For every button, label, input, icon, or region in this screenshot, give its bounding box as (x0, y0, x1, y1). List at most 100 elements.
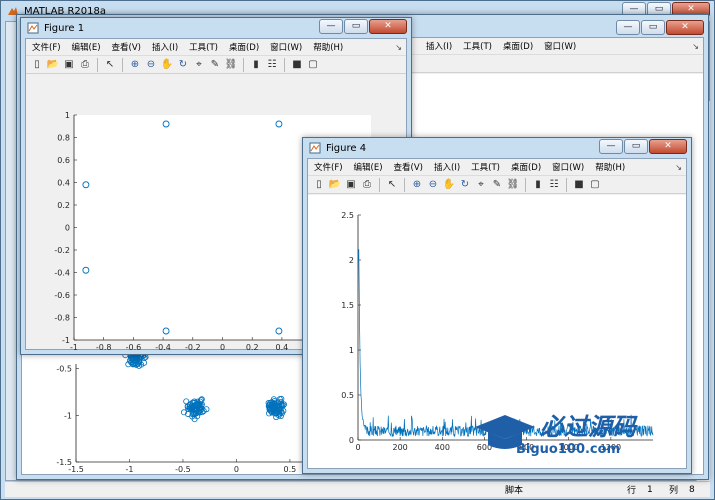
pointer-icon[interactable]: ↖ (102, 57, 118, 73)
y-tick-label: -0.2 (54, 246, 70, 255)
y-tick-label: -1 (64, 411, 72, 420)
x-tick-label: 0 (355, 443, 360, 452)
legend-icon[interactable]: ☷ (546, 177, 562, 193)
y-tick-label: 2.5 (341, 211, 354, 220)
y-tick-label: 1 (65, 111, 70, 120)
fig1-menu-edit[interactable]: 编辑(E) (72, 41, 101, 53)
fig1-menu-file[interactable]: 文件(F) (32, 41, 61, 53)
new-file-icon[interactable]: ▯ (311, 177, 327, 193)
show-plot-tools-icon[interactable]: ▢ (305, 57, 321, 73)
x-tick-label: 0.2 (246, 343, 259, 352)
zoom-in-icon[interactable]: ⊕ (409, 177, 425, 193)
x-tick-label: -0.5 (175, 465, 191, 474)
fig4-menu-view[interactable]: 查看(V) (394, 161, 423, 173)
fig1-toolbar: ▯ 📂 ▣ ⎙ ↖ ⊕ ⊖ ✋ ↻ ⌖ ✎ ⛓ ▮ ☷ ■ ▢ (26, 56, 406, 74)
x-tick-label: -1 (125, 465, 133, 474)
fig4-menu-desktop[interactable]: 桌面(D) (511, 161, 541, 173)
bg-minimize-button[interactable]: — (616, 20, 640, 35)
x-tick-label: -0.4 (155, 343, 171, 352)
x-tick-label: 0 (220, 343, 225, 352)
fig1-menubar: 文件(F) 编辑(E) 查看(V) 插入(I) 工具(T) 桌面(D) 窗口(W… (26, 39, 406, 56)
fig1-maximize-button[interactable]: ▭ (344, 19, 368, 34)
y-tick-label: -0.5 (56, 365, 72, 374)
status-script: 脚本 (505, 486, 524, 496)
fig4-menu-arrow-icon[interactable]: ↘ (675, 163, 682, 172)
y-tick-label: 0 (65, 224, 70, 233)
fig4-menu-tools[interactable]: 工具(T) (471, 161, 500, 173)
fig1-menu-help[interactable]: 帮助(H) (313, 41, 343, 53)
fig4-minimize-button[interactable]: — (599, 139, 623, 154)
brush-icon[interactable]: ✎ (489, 177, 505, 193)
fig4-toolbar: ▯ 📂 ▣ ⎙ ↖ ⊕ ⊖ ✋ ↻ ⌖ ✎ ⛓ ▮ ☷ ■ ▢ (308, 176, 686, 194)
brush-icon[interactable]: ✎ (207, 57, 223, 73)
y-tick-label: 2 (349, 256, 354, 265)
data-cursor-icon[interactable]: ⌖ (191, 57, 207, 73)
x-tick-label: -0.2 (185, 343, 201, 352)
status-col-label: 列 (669, 486, 679, 496)
zoom-out-icon[interactable]: ⊖ (425, 177, 441, 193)
legend-icon[interactable]: ☷ (264, 57, 280, 73)
bg-menu-1[interactable]: 工具(T) (463, 40, 492, 52)
toolbar-separator (243, 57, 244, 72)
open-icon[interactable]: 📂 (45, 57, 61, 73)
print-icon[interactable]: ⎙ (77, 57, 93, 73)
fig1-close-button[interactable]: ✕ (369, 19, 407, 34)
toolbar-separator (525, 177, 526, 192)
y-tick-label: -0.4 (54, 269, 70, 278)
y-tick-label: 0.6 (57, 156, 70, 165)
fig4-menubar: 文件(F) 编辑(E) 查看(V) 插入(I) 工具(T) 桌面(D) 窗口(W… (308, 159, 686, 176)
figure-icon (309, 142, 321, 154)
fig1-menu-arrow-icon[interactable]: ↘ (395, 43, 402, 52)
watermark-logo: 必过源码 Biguo100.com (475, 413, 638, 457)
colorbar-icon[interactable]: ▮ (248, 57, 264, 73)
save-icon[interactable]: ▣ (343, 177, 359, 193)
bg-menu-2[interactable]: 桌面(D) (503, 40, 533, 52)
fig4-menu-help[interactable]: 帮助(H) (595, 161, 625, 173)
toolbar-separator (122, 57, 123, 72)
bg-close-button[interactable]: ✕ (666, 20, 704, 35)
x-tick-label: 400 (435, 443, 450, 452)
bg-menu-3[interactable]: 窗口(W) (544, 40, 576, 52)
zoom-out-icon[interactable]: ⊖ (143, 57, 159, 73)
pointer-icon[interactable]: ↖ (384, 177, 400, 193)
hide-plot-tools-icon[interactable]: ■ (289, 57, 305, 73)
fig1-menu-tools[interactable]: 工具(T) (189, 41, 218, 53)
hide-plot-tools-icon[interactable]: ■ (571, 177, 587, 193)
matlab-statusbar: 脚本 行 1 列 8 (5, 481, 710, 497)
save-icon[interactable]: ▣ (61, 57, 77, 73)
fig4-menu-window[interactable]: 窗口(W) (552, 161, 584, 173)
watermark-url: Biguo100.com (516, 442, 620, 457)
fig1-menu-insert[interactable]: 插入(I) (152, 41, 178, 53)
fig4-close-button[interactable]: ✕ (649, 139, 687, 154)
pan-icon[interactable]: ✋ (159, 57, 175, 73)
fig1-menu-view[interactable]: 查看(V) (112, 41, 141, 53)
rotate-icon[interactable]: ↻ (457, 177, 473, 193)
link-icon[interactable]: ⛓ (223, 57, 239, 73)
y-tick-label: 0.4 (57, 179, 70, 188)
pan-icon[interactable]: ✋ (441, 177, 457, 193)
bg-maximize-button[interactable]: ▭ (641, 20, 665, 35)
rotate-icon[interactable]: ↻ (175, 57, 191, 73)
fig1-menu-window[interactable]: 窗口(W) (270, 41, 302, 53)
print-icon[interactable]: ⎙ (359, 177, 375, 193)
show-plot-tools-icon[interactable]: ▢ (587, 177, 603, 193)
data-cursor-icon[interactable]: ⌖ (473, 177, 489, 193)
new-file-icon[interactable]: ▯ (29, 57, 45, 73)
x-tick-label: 0.4 (276, 343, 289, 352)
fig4-menu-file[interactable]: 文件(F) (314, 161, 343, 173)
open-icon[interactable]: 📂 (327, 177, 343, 193)
zoom-in-icon[interactable]: ⊕ (127, 57, 143, 73)
link-icon[interactable]: ⛓ (505, 177, 521, 193)
fig4-menu-edit[interactable]: 编辑(E) (354, 161, 383, 173)
fig4-menu-insert[interactable]: 插入(I) (434, 161, 460, 173)
y-tick-label: -1 (62, 336, 70, 345)
colorbar-icon[interactable]: ▮ (530, 177, 546, 193)
fig1-menu-desktop[interactable]: 桌面(D) (229, 41, 259, 53)
y-tick-label: -0.6 (54, 291, 70, 300)
figure4-title: Figure 4 (326, 142, 367, 154)
fig4-maximize-button[interactable]: ▭ (624, 139, 648, 154)
fig1-minimize-button[interactable]: — (319, 19, 343, 34)
bg-menu-arrow-icon[interactable]: ↘ (692, 42, 699, 51)
bg-menu-0[interactable]: 插入(I) (426, 40, 452, 52)
x-tick-label: 0 (234, 465, 239, 474)
